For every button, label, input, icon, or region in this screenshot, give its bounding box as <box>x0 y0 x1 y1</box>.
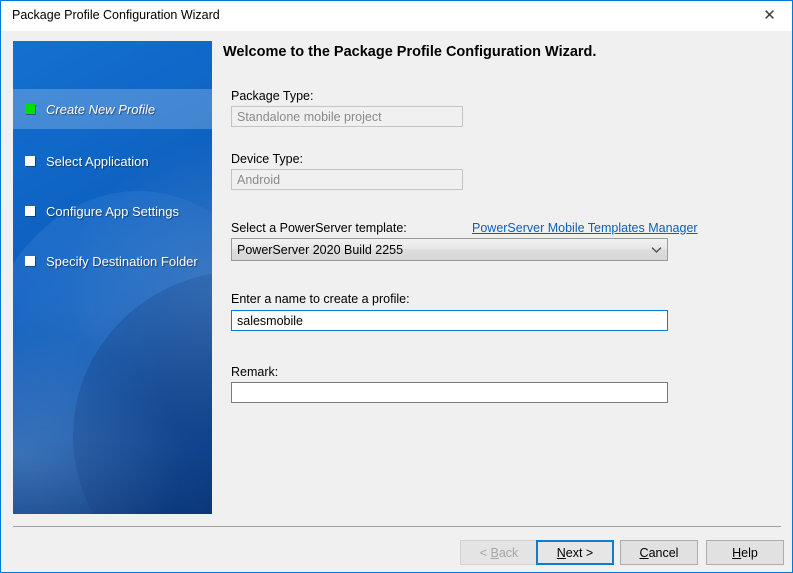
step-bullet-icon <box>25 104 35 114</box>
next-button-label: Next > <box>556 545 594 560</box>
sidebar-item-specify-destination-folder[interactable]: Specify Destination Folder <box>13 241 212 281</box>
remark-input[interactable] <box>231 382 668 403</box>
back-button: < Back <box>460 540 538 565</box>
sidebar-item-label: Configure App Settings <box>46 203 179 219</box>
cancel-button-label: Cancel <box>639 545 679 560</box>
step-bullet-icon <box>25 156 35 166</box>
device-type-label: Device Type: <box>231 152 304 166</box>
powerserver-templates-manager-link[interactable]: PowerServer Mobile Templates Manager <box>472 221 698 235</box>
footer-divider <box>13 526 781 527</box>
package-type-input <box>231 106 463 127</box>
sidebar-item-label: Create New Profile <box>46 101 156 117</box>
package-type-label: Package Type: <box>231 89 314 103</box>
next-button[interactable]: Next > <box>536 540 614 565</box>
close-button[interactable]: ✕ <box>747 1 792 30</box>
page-title: Welcome to the Package Profile Configura… <box>223 44 597 60</box>
sidebar-item-select-application[interactable]: Select Application <box>13 141 212 181</box>
template-label: Select a PowerServer template: <box>231 221 407 235</box>
help-button-label: Help <box>732 545 758 560</box>
cancel-button[interactable]: Cancel <box>620 540 698 565</box>
chevron-down-icon <box>645 246 667 254</box>
sidebar-decoration-dark <box>73 271 212 514</box>
sidebar-item-label: Specify Destination Folder <box>46 253 198 269</box>
sidebar-item-configure-app-settings[interactable]: Configure App Settings <box>13 191 212 231</box>
template-selected-value: PowerServer 2020 Build 2255 <box>237 242 404 257</box>
sidebar-item-label: Select Application <box>46 153 149 169</box>
window-title: Package Profile Configuration Wizard <box>12 8 220 22</box>
profile-name-label: Enter a name to create a profile: <box>231 292 410 306</box>
device-type-input <box>231 169 463 190</box>
sidebar-item-create-new-profile[interactable]: Create New Profile <box>13 89 212 129</box>
window-body: Create New Profile Select Application Co… <box>1 31 792 572</box>
template-combobox[interactable]: PowerServer 2020 Build 2255 <box>231 238 668 261</box>
sidebar-decoration-light <box>13 191 212 514</box>
help-button[interactable]: Help <box>706 540 784 565</box>
close-icon: ✕ <box>763 6 776 24</box>
step-bullet-icon <box>25 256 35 266</box>
back-button-label: < Back <box>479 545 519 560</box>
main-panel: Welcome to the Package Profile Configura… <box>223 31 783 531</box>
title-bar: Package Profile Configuration Wizard ✕ <box>1 1 792 32</box>
wizard-steps-sidebar: Create New Profile Select Application Co… <box>13 41 212 514</box>
step-bullet-icon <box>25 206 35 216</box>
profile-name-input[interactable] <box>231 310 668 331</box>
wizard-window: Package Profile Configuration Wizard ✕ C… <box>0 0 793 573</box>
remark-label: Remark: <box>231 365 279 379</box>
